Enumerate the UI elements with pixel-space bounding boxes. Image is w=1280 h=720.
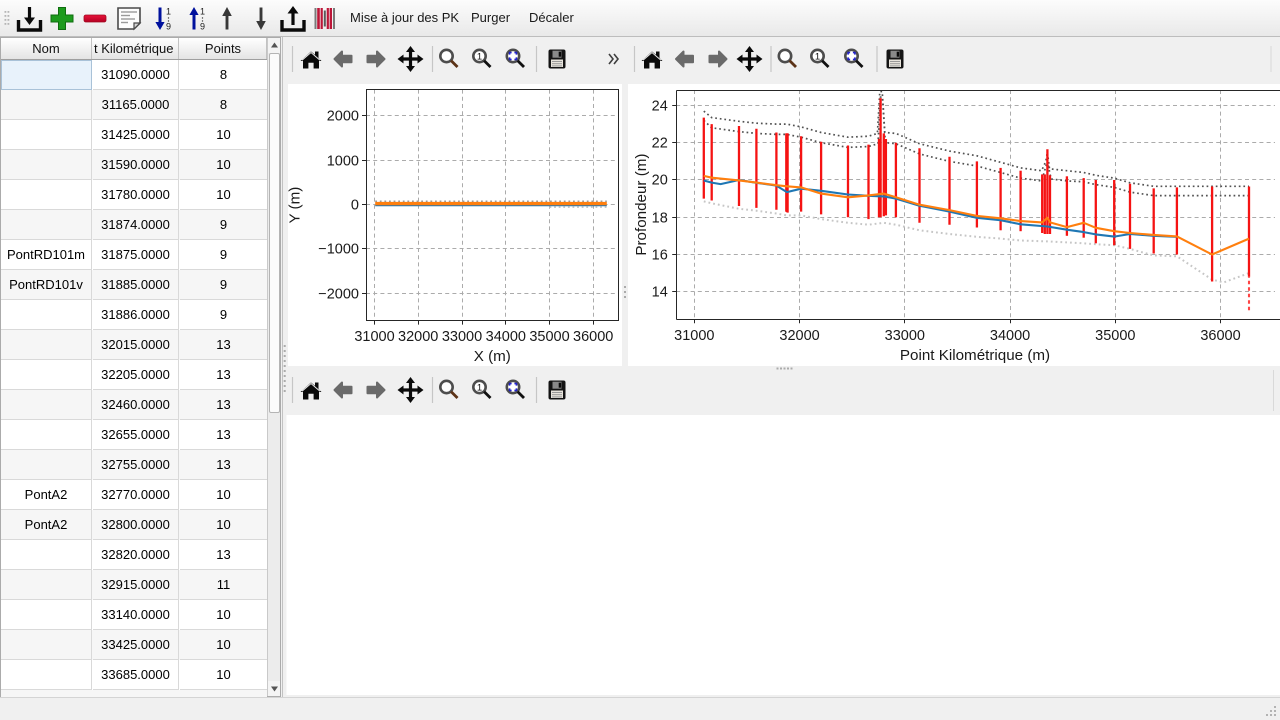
svg-text:1: 1 xyxy=(166,7,171,17)
svg-text:1: 1 xyxy=(477,382,482,393)
svg-text:1: 1 xyxy=(815,51,820,62)
svg-text:9: 9 xyxy=(200,22,205,32)
svg-text:1: 1 xyxy=(477,51,482,62)
svg-text:1: 1 xyxy=(200,7,205,17)
svg-text:9: 9 xyxy=(166,22,171,32)
